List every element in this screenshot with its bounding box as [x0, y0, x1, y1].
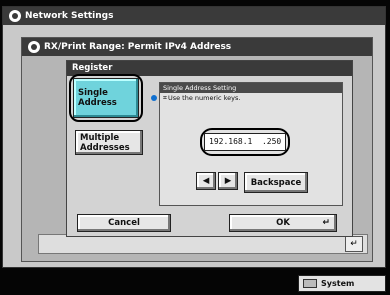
- ok-label: OK: [276, 218, 290, 228]
- single-address-label: Single Address: [78, 88, 117, 108]
- settings-icon: [9, 10, 21, 22]
- window-title: Network Settings: [25, 11, 114, 21]
- cancel-button[interactable]: Cancel: [77, 214, 171, 232]
- dialog-title: Register: [72, 63, 113, 73]
- right-arrow-icon: ▶: [224, 176, 232, 186]
- return-icon: ↵: [322, 218, 330, 228]
- panel-hint: ⌗Use the numeric keys.: [160, 93, 342, 103]
- system-monitor-button[interactable]: System Monitor: [298, 275, 386, 295]
- background-list-bar: ↵: [38, 234, 368, 254]
- backspace-button[interactable]: Backspace: [244, 172, 308, 193]
- multiple-addresses-label: Multiple Addresses: [80, 132, 130, 153]
- window-titlebar: Network Settings: [3, 7, 385, 25]
- hint-text: Use the numeric keys.: [167, 94, 241, 102]
- monitor-icon: [303, 279, 317, 288]
- keypad-icon: ⌗: [163, 94, 167, 102]
- system-monitor-label: System Monitor: [321, 279, 356, 295]
- left-arrow-icon: ◀: [202, 176, 210, 186]
- register-dialog: Register Single Address Multiple Address…: [66, 60, 353, 237]
- screen: Network Settings RX/Print Range: Permit …: [0, 0, 390, 295]
- left-arrow-button[interactable]: ◀: [196, 172, 216, 190]
- window-title: RX/Print Range: Permit IPv4 Address: [44, 42, 232, 52]
- settings-icon: [28, 41, 40, 53]
- backspace-label: Backspace: [250, 177, 302, 188]
- right-arrow-button[interactable]: ▶: [218, 172, 238, 190]
- connector-dot: [151, 95, 157, 101]
- panel-title: Single Address Setting: [160, 83, 342, 93]
- ip-address-field[interactable]: 192.168.1 .250: [204, 133, 286, 151]
- ok-button[interactable]: OK ↵: [229, 214, 337, 232]
- multiple-addresses-button[interactable]: Multiple Addresses: [75, 130, 143, 155]
- return-button[interactable]: ↵: [345, 236, 363, 252]
- cancel-label: Cancel: [108, 218, 140, 228]
- single-address-button[interactable]: Single Address: [73, 78, 139, 118]
- window-titlebar: RX/Print Range: Permit IPv4 Address: [22, 38, 372, 56]
- single-address-panel: Single Address Setting ⌗Use the numeric …: [159, 82, 343, 206]
